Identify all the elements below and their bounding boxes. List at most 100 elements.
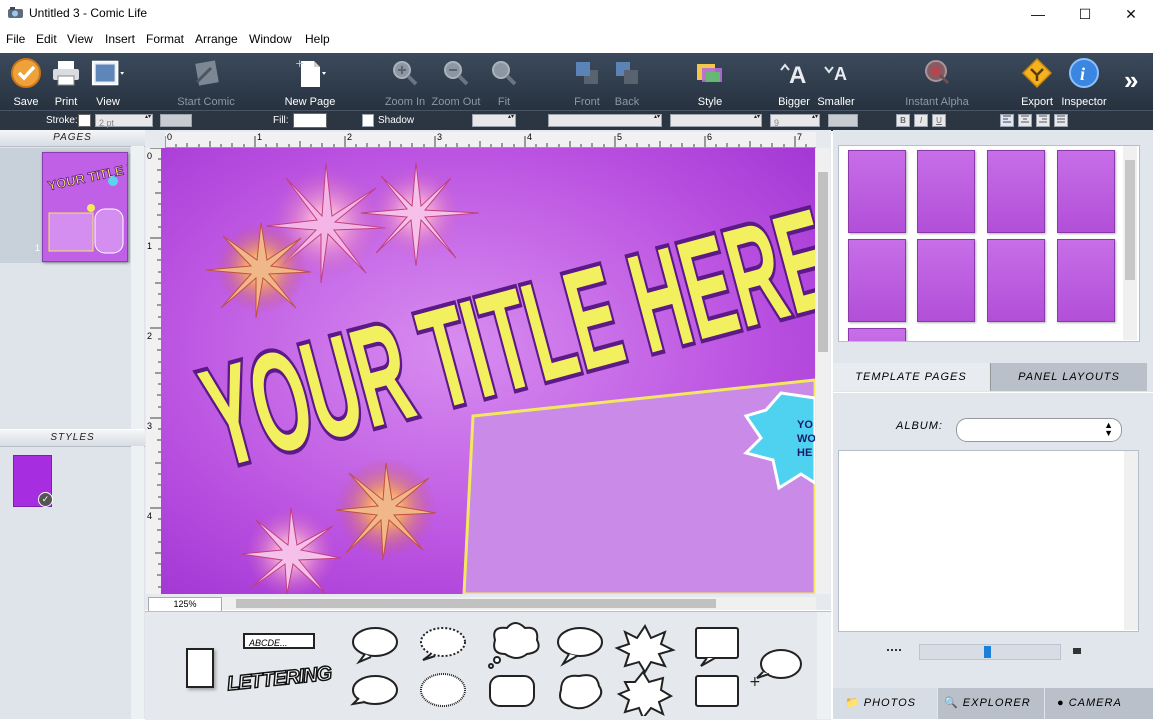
close-button[interactable]: ✕ bbox=[1108, 0, 1153, 28]
template-thumb-4[interactable] bbox=[1057, 150, 1115, 233]
bold-button[interactable]: B bbox=[896, 114, 910, 127]
slider-thumb[interactable] bbox=[984, 646, 991, 658]
zoom-in-button[interactable]: Zoom In bbox=[383, 56, 427, 108]
vertical-ruler: 0 1 2 3 4 bbox=[146, 148, 162, 594]
panel-shape[interactable] bbox=[186, 648, 214, 688]
template-thumb-2[interactable] bbox=[917, 150, 975, 233]
balloon-text[interactable]: YO WO HE bbox=[797, 418, 815, 460]
ruler-ticks bbox=[165, 136, 807, 147]
align-justify-button[interactable] bbox=[1054, 114, 1068, 127]
menu-insert[interactable]: Insert bbox=[105, 32, 135, 46]
vruler-ticks bbox=[150, 148, 161, 588]
thumbnail-size-slider[interactable] bbox=[919, 644, 1061, 660]
pages-panel: PAGES YOUR TITLE HERE 1 bbox=[0, 130, 145, 429]
tab-panel-layouts[interactable]: PANEL LAYOUTS bbox=[990, 363, 1147, 391]
shadow-checkbox[interactable] bbox=[362, 114, 374, 127]
template-scroll-thumb[interactable] bbox=[1125, 160, 1135, 280]
fit-button[interactable]: Fit bbox=[486, 56, 522, 108]
template-thumb-9[interactable] bbox=[848, 328, 906, 341]
tab-template-pages[interactable]: TEMPLATE PAGES bbox=[833, 363, 989, 391]
smaller-button[interactable]: A Smaller bbox=[815, 56, 857, 108]
style-button[interactable]: Style bbox=[690, 56, 730, 108]
zoom-out-label: Zoom Out bbox=[431, 96, 481, 108]
instant-alpha-icon bbox=[920, 56, 954, 90]
stroke-swatch[interactable] bbox=[160, 114, 192, 127]
pages-scrollbar[interactable] bbox=[131, 146, 144, 429]
template-thumb-1[interactable] bbox=[848, 150, 906, 233]
start-comic-label: Start Comic bbox=[177, 96, 235, 108]
stroke-color-well[interactable] bbox=[78, 114, 91, 127]
canvas-vscroll-thumb[interactable] bbox=[818, 172, 828, 352]
page-thumbnail[interactable]: YOUR TITLE HERE bbox=[42, 152, 128, 262]
tab-photos[interactable]: 📁 PHOTOS bbox=[833, 688, 937, 719]
balloon-shapes[interactable]: + bbox=[345, 620, 805, 716]
canvas-vertical-scrollbar[interactable] bbox=[816, 148, 830, 594]
template-thumb-8[interactable] bbox=[1057, 239, 1115, 322]
template-scrollbar[interactable] bbox=[1123, 146, 1137, 340]
new-page-button[interactable]: + New Page bbox=[280, 56, 340, 108]
template-thumb-6[interactable] bbox=[917, 239, 975, 322]
toolbar-overflow-button[interactable]: » bbox=[1124, 65, 1138, 96]
template-thumb-5[interactable] bbox=[848, 239, 906, 322]
template-thumb-7[interactable] bbox=[987, 239, 1045, 322]
stroke-width-select[interactable]: 2 pt bbox=[95, 114, 153, 128]
bigger-button[interactable]: A Bigger bbox=[774, 56, 814, 108]
tab-camera[interactable]: ● CAMERA bbox=[1045, 688, 1153, 719]
text-bigger-icon: A bbox=[777, 56, 811, 90]
save-button[interactable]: Save bbox=[6, 56, 46, 108]
ruler-h-2: 2 bbox=[347, 132, 353, 142]
print-button[interactable]: Print bbox=[47, 56, 85, 108]
caption-box[interactable]: ABCDE... bbox=[243, 633, 315, 649]
maximize-button[interactable]: ☐ bbox=[1062, 0, 1108, 28]
menu-window[interactable]: Window bbox=[249, 32, 292, 46]
menu-edit[interactable]: Edit bbox=[36, 32, 57, 46]
text-color-well[interactable] bbox=[828, 114, 858, 127]
instant-alpha-button[interactable]: Instant Alpha bbox=[900, 56, 974, 108]
comic-page[interactable]: YOUR TITLE HERE YO WO HE bbox=[161, 148, 815, 594]
large-thumb-icon bbox=[1073, 648, 1081, 654]
photo-list[interactable] bbox=[838, 450, 1139, 632]
font-style-select[interactable] bbox=[670, 114, 762, 127]
zoom-out-button[interactable]: Zoom Out bbox=[430, 56, 482, 108]
album-select[interactable]: ▲ ▼ bbox=[956, 418, 1122, 442]
balloon-palette: ABCDE... LETTERING + bbox=[145, 611, 831, 720]
fill-color-well[interactable] bbox=[293, 113, 327, 128]
page-number: 1 bbox=[35, 243, 41, 253]
menu-file[interactable]: File bbox=[6, 32, 25, 46]
minimize-button[interactable]: — bbox=[1015, 0, 1061, 28]
save-icon bbox=[9, 56, 43, 90]
align-center-button[interactable] bbox=[1018, 114, 1032, 127]
back-button[interactable]: Back bbox=[607, 56, 647, 108]
font-family-select[interactable] bbox=[548, 114, 662, 127]
ruler-v-2: 2 bbox=[147, 331, 153, 341]
photo-scrollbar[interactable] bbox=[1124, 451, 1138, 630]
underline-button[interactable]: U bbox=[932, 114, 946, 127]
front-button[interactable]: Front bbox=[568, 56, 606, 108]
explorer-icon: 🔍 bbox=[944, 697, 959, 709]
new-page-label: New Page bbox=[284, 96, 336, 108]
styles-scrollbar[interactable] bbox=[131, 446, 144, 719]
arrow-style-select[interactable] bbox=[472, 114, 516, 127]
page-thumbnail-row[interactable]: YOUR TITLE HERE 1 bbox=[0, 148, 130, 263]
palette-scrollbar[interactable] bbox=[817, 612, 831, 719]
menu-arrange[interactable]: Arrange bbox=[195, 32, 238, 46]
font-size-select[interactable]: 9 bbox=[770, 114, 820, 128]
export-button[interactable]: Export bbox=[1018, 56, 1056, 108]
lettering-tool[interactable]: LETTERING bbox=[225, 662, 333, 697]
start-comic-button[interactable]: Start Comic bbox=[172, 56, 240, 108]
canvas-horizontal-scrollbar[interactable] bbox=[222, 597, 816, 610]
menu-format[interactable]: Format bbox=[146, 32, 184, 46]
canvas-hscroll-thumb[interactable] bbox=[236, 599, 716, 608]
align-right-button[interactable] bbox=[1036, 114, 1050, 127]
inspector-button[interactable]: i Inspector bbox=[1058, 56, 1110, 108]
template-thumb-3[interactable] bbox=[987, 150, 1045, 233]
zoom-select[interactable]: 125% bbox=[148, 597, 222, 612]
svg-text:+: + bbox=[749, 674, 761, 690]
italic-button[interactable]: I bbox=[914, 114, 928, 127]
view-button[interactable]: View bbox=[88, 56, 128, 108]
tab-explorer[interactable]: 🔍 EXPLORER bbox=[938, 688, 1044, 719]
menu-help[interactable]: Help bbox=[305, 32, 330, 46]
info-icon: i bbox=[1067, 56, 1101, 90]
menu-view[interactable]: View bbox=[67, 32, 93, 46]
align-left-button[interactable] bbox=[1000, 114, 1014, 127]
